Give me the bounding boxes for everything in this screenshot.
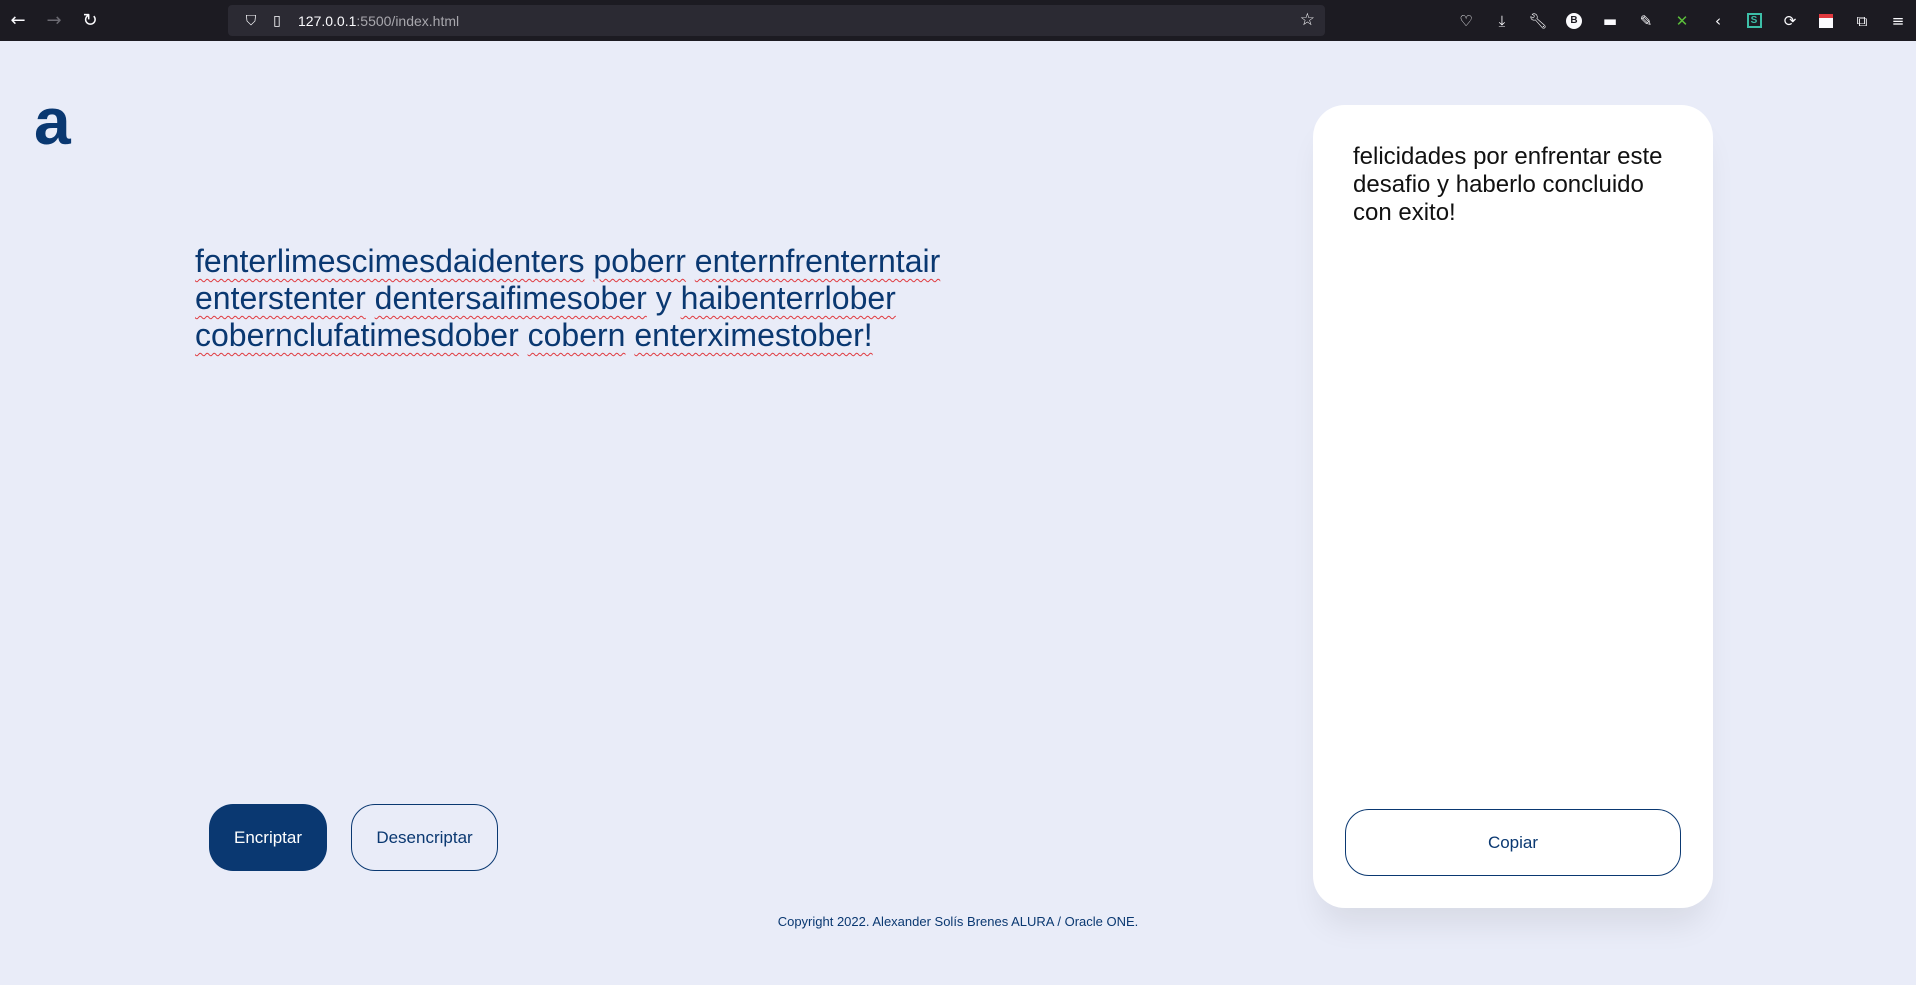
alura-logo: a (34, 84, 71, 158)
extension-badge: B (1566, 12, 1582, 29)
input-word: enterstenter (195, 280, 366, 316)
wrench-icon[interactable]: 🔧︎ (1520, 0, 1556, 41)
menu-icon[interactable]: ≡ (1880, 0, 1916, 41)
input-word: haibenterrlober (680, 280, 896, 316)
extension-badge-icon[interactable]: B (1556, 0, 1592, 41)
forward-arrow-icon[interactable]: → (36, 0, 72, 41)
extension-dark-icon[interactable]: ▬ (1592, 0, 1628, 41)
address-bar[interactable]: ⛉ ▯ 127.0.0.1:5500/index.html ☆ (228, 5, 1325, 36)
reload-icon[interactable]: ↻ (72, 0, 108, 41)
input-word: cobernclufatimesdober (195, 317, 519, 353)
input-word: dentersaifimesober (374, 280, 647, 316)
input-word: enternfrenterntair (694, 243, 941, 279)
toolbar-right: ♡ ⤓ 🔧︎ B ▬ ✎ ✕ ‹ S ⟳ ⧉ ≡ (1448, 0, 1916, 41)
url-path: :5500/index.html (356, 12, 460, 29)
decrypt-button[interactable]: Desencriptar (351, 804, 498, 871)
copy-button[interactable]: Copiar (1345, 809, 1681, 876)
color-picker-icon[interactable]: ✎ (1628, 0, 1664, 41)
code-extension-icon[interactable]: ‹ (1700, 0, 1736, 41)
input-word: poberr (593, 243, 686, 279)
sync-icon[interactable]: ⟳ (1772, 0, 1808, 41)
calendar-icon[interactable] (1808, 0, 1844, 41)
input-word: cobern (527, 317, 626, 353)
bookmark-star-icon[interactable]: ☆ (1300, 10, 1315, 30)
input-textarea[interactable]: fenterlimescimesdaidenters poberr entern… (195, 243, 1015, 354)
input-word: fenterlimescimesdaidenters (195, 243, 585, 279)
output-panel: felicidades por enfrentar este desafio y… (1313, 105, 1713, 908)
footer-copyright: Copyright 2022. Alexander Solís Brenes A… (777, 914, 1139, 929)
square-extension-icon[interactable]: S (1736, 0, 1772, 41)
pocket-icon[interactable]: ♡ (1448, 0, 1484, 41)
browser-toolbar: ← → ↻ ⛉ ▯ 127.0.0.1:5500/index.html ☆ ♡ … (0, 0, 1916, 41)
page-icon: ▯ (273, 12, 281, 29)
encrypt-button[interactable]: Encriptar (209, 804, 327, 871)
url-host: 127.0.0.1 (298, 12, 357, 29)
input-word: enterximestober! (634, 317, 873, 353)
output-text: felicidades por enfrentar este desafio y… (1353, 143, 1663, 226)
close-extension-icon[interactable]: ✕ (1664, 0, 1700, 41)
extensions-puzzle-icon[interactable]: ⧉ (1844, 0, 1880, 41)
input-word: y (655, 280, 672, 316)
shield-icon[interactable]: ⛉ (238, 13, 264, 29)
back-arrow-icon[interactable]: ← (0, 0, 36, 41)
download-icon[interactable]: ⤓ (1484, 0, 1520, 41)
extension-square: S (1746, 13, 1762, 28)
